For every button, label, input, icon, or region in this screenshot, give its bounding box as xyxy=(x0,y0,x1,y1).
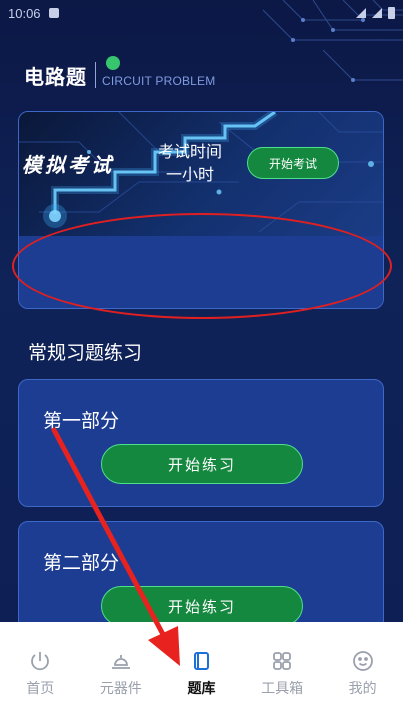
signal-icon xyxy=(372,8,382,18)
notification-icon xyxy=(48,8,59,18)
battery-icon xyxy=(388,7,395,19)
wifi-icon xyxy=(356,8,366,18)
app-logo: 电路题 CIRCUIT PROBLEM xyxy=(24,55,216,92)
start-practice-button[interactable]: 开始练习 xyxy=(101,444,303,484)
nav-item-question-bank[interactable]: 题库 xyxy=(161,622,242,716)
practice-card-part1: 第一部分 开始练习 xyxy=(18,379,384,507)
part-title: 第一部分 xyxy=(43,410,120,432)
nav-label: 题库 xyxy=(187,681,216,697)
start-exam-button[interactable]: 开始考试 xyxy=(247,147,339,179)
exam-time-value: 一小时 xyxy=(165,165,214,184)
start-practice-button[interactable]: 开始练习 xyxy=(101,586,303,626)
logo-divider xyxy=(95,62,96,88)
nav-item-toolbox[interactable]: 工具箱 xyxy=(242,622,323,716)
part-title: 第二部分 xyxy=(43,552,120,574)
chip-icon xyxy=(106,55,120,70)
nav-item-profile[interactable]: 我的 xyxy=(322,622,403,716)
exam-time-label: 考试时间 xyxy=(157,142,222,161)
component-icon xyxy=(108,648,134,674)
section-title: 常规习题练习 xyxy=(28,342,143,364)
logo-title: 电路题 xyxy=(24,64,87,89)
exam-title: 模拟考试 xyxy=(22,153,114,177)
book-icon xyxy=(188,648,214,674)
power-icon xyxy=(27,648,53,674)
nav-label: 工具箱 xyxy=(261,681,304,697)
nav-label: 元器件 xyxy=(99,681,142,697)
status-icons xyxy=(356,7,395,19)
bottom-nav: 首页 元器件 题库 工具箱 我的 xyxy=(0,622,403,716)
exam-info-panel xyxy=(19,236,383,308)
nav-label: 我的 xyxy=(348,681,377,697)
nav-item-home[interactable]: 首页 xyxy=(0,622,81,716)
status-time: 10:06 xyxy=(8,5,41,21)
status-bar: 10:06 xyxy=(0,0,403,26)
face-icon xyxy=(350,648,376,674)
exam-duration: 考试时间 一小时 xyxy=(150,140,230,186)
logo-subtitle: CIRCUIT PROBLEM xyxy=(102,73,216,88)
grid-icon xyxy=(269,648,295,674)
nav-item-components[interactable]: 元器件 xyxy=(81,622,162,716)
logo-en-wrap: CIRCUIT PROBLEM xyxy=(102,55,216,89)
nav-label: 首页 xyxy=(26,681,55,697)
